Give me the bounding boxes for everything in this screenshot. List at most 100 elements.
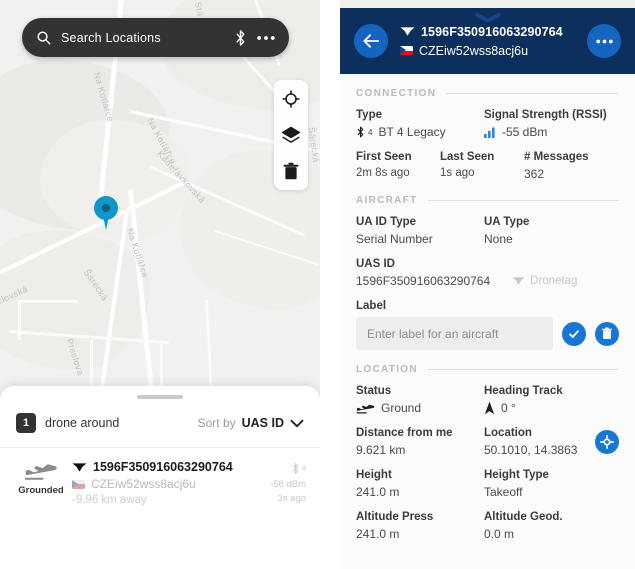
plane-landing-icon (356, 402, 375, 415)
header-id-row: 1596F350916063290764 (400, 25, 587, 39)
label-edit-row (356, 317, 619, 350)
field-value: 4 BT 4 Legacy (356, 125, 484, 139)
sort-by-label: Sort by (197, 416, 236, 430)
field-status: Status Ground (356, 385, 484, 415)
field-label: UA ID Type (356, 216, 417, 228)
check-circle-icon (567, 327, 581, 341)
connection-row-1: Type 4 BT 4 Legacy Signal Strength (RSSI… (356, 109, 619, 139)
aircraft-row-1: UA ID Type Serial Number UA Type None (356, 216, 619, 246)
header-identity: 1596F350916063290764 CZEiw52wss8acj6u (388, 25, 587, 58)
more-horizontal-icon (595, 39, 613, 44)
field-label: Type (356, 109, 382, 121)
detail-body: CONNECTION Type 4 BT 4 Legacy Signal Str… (340, 74, 635, 569)
center-on-location-button[interactable] (595, 430, 619, 454)
cz-flag-icon (72, 479, 85, 489)
type-value-text: BT 4 Legacy (378, 125, 446, 139)
bluetooth-icon (291, 462, 300, 475)
drone-info: 1596F350916063290764 CZEiw52wss8acj6u -9… (68, 460, 242, 506)
map-pin-dot (102, 204, 110, 212)
drone-thumbnail: Grounded (14, 460, 68, 496)
dronetag-badge: Dronetag (512, 275, 577, 287)
aircraft-label-input[interactable] (356, 317, 553, 350)
panel-top-strip (340, 0, 635, 8)
field-value-row: 1596F350916063290764 Dronetag (356, 274, 619, 288)
field-label: UA Type (484, 216, 530, 228)
field-value: Serial Number (356, 232, 433, 246)
map-road (18, 300, 78, 303)
uas-id-value: 1596F350916063290764 (356, 274, 491, 288)
signal-bars-icon (484, 127, 496, 138)
back-button[interactable] (354, 24, 388, 58)
chevron-down-icon (474, 12, 502, 23)
field-value: 9.621 km (356, 443, 406, 457)
drone-operator-row: CZEiw52wss8acj6u (72, 477, 242, 491)
section-divider (427, 200, 619, 201)
field-height-type: Height Type Takeoff (484, 469, 619, 499)
field-value: 0 ° (484, 401, 619, 415)
app-root: Na Kotlářce Na Kotlářce Na Kotlářce Kade… (0, 0, 635, 569)
search-input[interactable]: Search Locations (61, 31, 224, 45)
field-last-seen: Last Seen 1s ago (440, 151, 524, 181)
drone-id-value: 1596F350916063290764 (93, 460, 233, 474)
field-altitude-press: Altitude Press 241.0 m (356, 511, 484, 541)
field-label: Altitude Press (356, 511, 434, 523)
bluetooth-icon (356, 125, 365, 139)
target-icon (600, 435, 614, 449)
field-value: Takeoff (484, 485, 523, 499)
drone-distance-value: -9.96 km away (72, 494, 147, 506)
section-title: LOCATION (356, 364, 418, 375)
field-label: Distance from me (356, 427, 453, 439)
bluetooth-icon[interactable] (234, 29, 247, 47)
clear-map-button[interactable] (280, 160, 302, 182)
field-altitude-geod: Altitude Geod. 0.0 m (484, 511, 619, 541)
list-item[interactable]: Grounded 1596F350916063290764 CZEiw52wss… (0, 448, 320, 506)
location-row-4: Altitude Press 241.0 m Altitude Geod. 0.… (356, 511, 619, 541)
map-pane[interactable]: Na Kotlářce Na Kotlářce Na Kotlářce Kade… (0, 0, 320, 569)
field-ua-id-type: UA ID Type Serial Number (356, 216, 484, 246)
field-location: Location 50.1010, 14.3863 (484, 427, 619, 457)
field-value: 362 (524, 167, 545, 181)
field-rssi: Signal Strength (RSSI) -55 dBm (484, 109, 619, 139)
more-horizontal-icon[interactable] (257, 35, 275, 41)
map-layers-button[interactable] (280, 124, 302, 146)
navigation-arrow-icon (484, 401, 495, 415)
drone-bt-version: 4 (301, 464, 306, 473)
map-road (18, 300, 21, 340)
field-label: Signal Strength (RSSI) (484, 109, 607, 121)
field-value: 2m 8s ago (356, 167, 410, 179)
sort-control[interactable]: Sort by UAS ID (198, 416, 304, 430)
plane-landing-icon (24, 460, 58, 482)
connection-row-2: First Seen 2m 8s ago Last Seen 1s ago # … (356, 151, 619, 181)
field-value: 1s ago (440, 167, 475, 179)
cz-flag-icon (400, 46, 413, 55)
drone-state-label: Grounded (18, 485, 64, 496)
location-row-3: Height 241.0 m Height Type Takeoff (356, 469, 619, 499)
delete-label-button[interactable] (595, 321, 619, 346)
drone-signal-info: 4 -58 dBm 3s ago (242, 460, 306, 504)
field-uas-id: UAS ID 1596F350916063290764 Dronetag (356, 258, 619, 288)
sort-value: UAS ID (241, 416, 284, 430)
section-header-connection: CONNECTION (356, 88, 619, 99)
section-header-location: LOCATION (356, 364, 619, 375)
map-pin-tail (102, 211, 110, 230)
field-messages: # Messages 362 (524, 151, 619, 181)
bt-version-sup: 4 (368, 127, 373, 137)
section-title: AIRCRAFT (356, 195, 418, 206)
field-value: 241.0 m (356, 485, 400, 499)
section-divider (446, 93, 619, 94)
field-label: Altitude Geod. (484, 511, 563, 523)
panel-collapse-handle[interactable] (468, 10, 508, 24)
arrow-left-icon (362, 33, 380, 49)
chevron-down-icon[interactable] (290, 419, 304, 428)
sheet-header: 1 drone around Sort by UAS ID (0, 399, 320, 433)
confirm-label-button[interactable] (562, 321, 586, 346)
drone-operator-value: CZEiw52wss8acj6u (91, 477, 196, 491)
drone-map-pin[interactable] (94, 196, 118, 230)
dronetag-label: Dronetag (530, 275, 578, 287)
drone-count-badge: 1 (16, 413, 36, 433)
map-controls (274, 80, 308, 190)
layers-icon (281, 125, 301, 145)
locate-me-button[interactable] (280, 88, 302, 110)
more-options-button[interactable] (587, 24, 621, 58)
search-bar[interactable]: Search Locations (22, 18, 289, 57)
